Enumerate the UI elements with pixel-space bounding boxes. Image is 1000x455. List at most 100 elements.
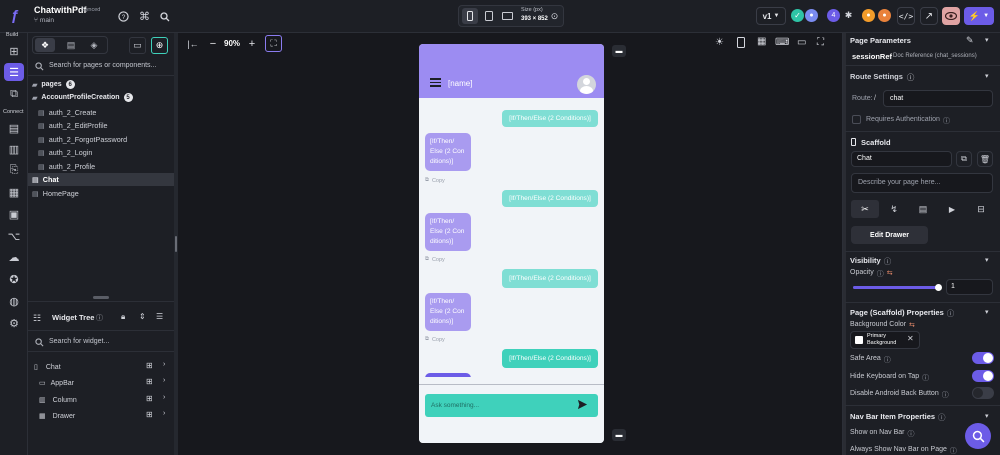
size-value[interactable]: 393 × 852 bbox=[521, 16, 548, 22]
add-child-icon[interactable]: ⊞ bbox=[146, 410, 153, 419]
theme-toggle-icon[interactable]: ☀ bbox=[715, 37, 724, 48]
new-folder-icon[interactable]: ▭ bbox=[129, 37, 146, 54]
send-icon[interactable] bbox=[577, 399, 588, 412]
page-item-auth-login[interactable]: ▤ auth_2_Login bbox=[38, 146, 92, 158]
props-tab-actions[interactable]: ↯ bbox=[880, 200, 908, 218]
keyboard-icon[interactable]: ⌨ bbox=[775, 37, 789, 48]
firebase-icon[interactable]: ● bbox=[862, 9, 875, 22]
edit-params-icon[interactable]: ✎ bbox=[966, 35, 974, 46]
command-icon[interactable]: ⌘ bbox=[136, 8, 153, 25]
param-name[interactable]: sessionRef bbox=[852, 52, 892, 61]
zoom-out-icon[interactable]: − bbox=[207, 36, 219, 51]
bug-icon[interactable]: ✱ bbox=[842, 9, 855, 22]
preview-eye-icon[interactable] bbox=[942, 7, 960, 25]
hide-keyboard-toggle[interactable] bbox=[972, 370, 994, 382]
custom-code-icon[interactable]: ⌥ bbox=[4, 227, 24, 245]
copy-button[interactable]: ⧉ Copy bbox=[425, 177, 445, 184]
app-logo[interactable]: ƒ bbox=[6, 7, 24, 25]
phone-frame-icon[interactable] bbox=[737, 37, 745, 48]
floating-search-button[interactable] bbox=[965, 423, 991, 449]
props-tab-backend[interactable]: ▤ bbox=[909, 200, 937, 218]
clear-color-icon[interactable]: ✕ bbox=[907, 334, 914, 343]
collapse-panel-icon[interactable]: |← bbox=[185, 36, 201, 51]
ai-agents-icon[interactable]: ✪ bbox=[4, 270, 24, 288]
chat-bubble-left[interactable]: [If/Then/ Else (2 Con ditions)] bbox=[425, 133, 471, 171]
disable-back-toggle[interactable] bbox=[972, 387, 994, 399]
run-lightning-button[interactable]: ⚡ ▼ bbox=[964, 7, 994, 25]
phone-device-icon[interactable] bbox=[462, 8, 478, 24]
app-state-icon[interactable]: ▥ bbox=[4, 140, 24, 158]
add-widget-icon[interactable]: ⊞ bbox=[4, 42, 24, 60]
variable-icon[interactable]: ⇆ bbox=[909, 321, 915, 329]
zoom-level[interactable]: 90% bbox=[224, 39, 240, 48]
hamburger-menu-icon[interactable] bbox=[430, 78, 441, 87]
zoom-in-icon[interactable]: + bbox=[246, 36, 258, 51]
copy-button[interactable]: ⧉ Copy bbox=[425, 336, 445, 343]
settings-gear-icon[interactable]: ⚙ bbox=[4, 314, 24, 332]
edit-drawer-button[interactable]: Edit Drawer bbox=[851, 226, 928, 244]
copy-widget-icon[interactable]: ⧉ bbox=[956, 151, 972, 167]
code-icon[interactable]: </> bbox=[897, 7, 915, 25]
page-item-auth-profile[interactable]: ▤ auth_2_Profile bbox=[38, 160, 95, 172]
page-item-auth-create[interactable]: ▤ auth_2_Create bbox=[38, 106, 96, 118]
pages-tab-icon[interactable]: ❖ bbox=[35, 38, 55, 52]
props-tab-animations[interactable]: ▶ bbox=[938, 200, 966, 218]
requires-auth-checkbox[interactable] bbox=[852, 115, 861, 124]
chat-bubble-right[interactable]: [If/Then/Else (2 Conditions)] bbox=[502, 110, 598, 127]
appbar-marker-icon[interactable]: ▬ bbox=[612, 45, 626, 57]
rotate-icon[interactable]: ▭ bbox=[797, 37, 806, 48]
info-icon[interactable]: ⓘ bbox=[96, 313, 103, 323]
chevron-down-icon[interactable]: ▾ bbox=[985, 412, 989, 420]
expand-collapse-icon[interactable]: ⇕ bbox=[139, 312, 146, 321]
help-icon[interactable]: ? bbox=[115, 8, 132, 25]
chevron-down-icon[interactable]: ▾ bbox=[985, 308, 989, 316]
chevron-down-icon[interactable]: ▾ bbox=[985, 72, 989, 80]
data-types-icon[interactable]: ▤ bbox=[4, 119, 24, 137]
add-page-icon[interactable]: ⊕ bbox=[151, 37, 168, 54]
widget-row-chat[interactable]: ▯ Chat bbox=[34, 360, 61, 374]
page-search-input[interactable]: Search for pages or components... bbox=[49, 62, 156, 69]
add-child-icon[interactable]: ⊞ bbox=[146, 361, 153, 370]
desktop-device-icon[interactable] bbox=[500, 8, 514, 24]
lock-icon[interactable]: 🔒︎ bbox=[121, 312, 125, 322]
theme-palette-icon[interactable]: ◍ bbox=[4, 292, 24, 310]
pages-header[interactable]: ▰ pages 6 bbox=[32, 80, 75, 89]
size-settings-icon[interactable]: ⊙ bbox=[546, 8, 563, 25]
media-assets-icon[interactable]: ▣ bbox=[4, 205, 24, 223]
chat-bubble-left[interactable]: [If/Then/ Else (2 Con ditions)] bbox=[425, 293, 471, 331]
add-child-icon[interactable]: ⊞ bbox=[146, 377, 153, 386]
page-item-auth-forgotpassword[interactable]: ▤ auth_2_ForgotPassword bbox=[38, 133, 127, 145]
search-icon[interactable] bbox=[156, 8, 173, 25]
components-tab-icon[interactable]: ▤ bbox=[61, 38, 81, 52]
widget-row-appbar[interactable]: ▭ AppBar bbox=[39, 376, 74, 390]
folder-row[interactable]: ▰ AccountProfileCreation 5 bbox=[32, 93, 133, 102]
panel-resize-handle[interactable] bbox=[93, 296, 109, 299]
variable-icon[interactable]: ⇆ bbox=[887, 269, 893, 279]
open-external-icon[interactable]: ↗ bbox=[920, 7, 938, 25]
add-child-icon[interactable]: ⊞ bbox=[146, 394, 153, 403]
library-tab-icon[interactable]: ◈ bbox=[84, 38, 104, 52]
version-dropdown[interactable]: v1 ▼ bbox=[756, 7, 786, 25]
pages-tree-icon[interactable]: ☰ bbox=[4, 63, 24, 81]
widget-row-column[interactable]: ▥ Column bbox=[39, 393, 77, 407]
project-name[interactable]: ChatwithPdf bbox=[34, 5, 87, 15]
chevron-right-icon[interactable]: › bbox=[163, 410, 165, 417]
tree-settings-icon[interactable]: ☰ bbox=[156, 312, 163, 321]
page-item-chat[interactable]: ▤ Chat bbox=[32, 173, 59, 185]
chevron-right-icon[interactable]: › bbox=[163, 394, 165, 401]
splitter-grip[interactable] bbox=[175, 236, 177, 252]
props-tab-more[interactable]: ⊟ bbox=[967, 200, 995, 218]
tablet-device-icon[interactable] bbox=[482, 8, 496, 24]
chevron-right-icon[interactable]: › bbox=[163, 377, 165, 384]
chat-bubble-right[interactable]: [If/Then/Else (2 Conditions)] bbox=[502, 269, 598, 288]
branch-indicator[interactable]: ⑂ main bbox=[34, 17, 54, 24]
page-item-auth-editprofile[interactable]: ▤ auth_2_EditProfile bbox=[38, 119, 108, 131]
safe-area-toggle[interactable] bbox=[972, 352, 994, 364]
notifications-badge[interactable]: 4 bbox=[827, 9, 840, 22]
properties-scrollbar[interactable] bbox=[843, 33, 846, 455]
calculator-icon[interactable]: ▦ bbox=[757, 36, 766, 47]
chevron-right-icon[interactable]: › bbox=[163, 361, 165, 368]
phone-appbar[interactable] bbox=[419, 44, 604, 98]
chat-bubble-right[interactable]: [If/Then/Else (2 Conditions)] bbox=[502, 190, 598, 207]
supabase-icon[interactable]: ● bbox=[878, 9, 891, 22]
